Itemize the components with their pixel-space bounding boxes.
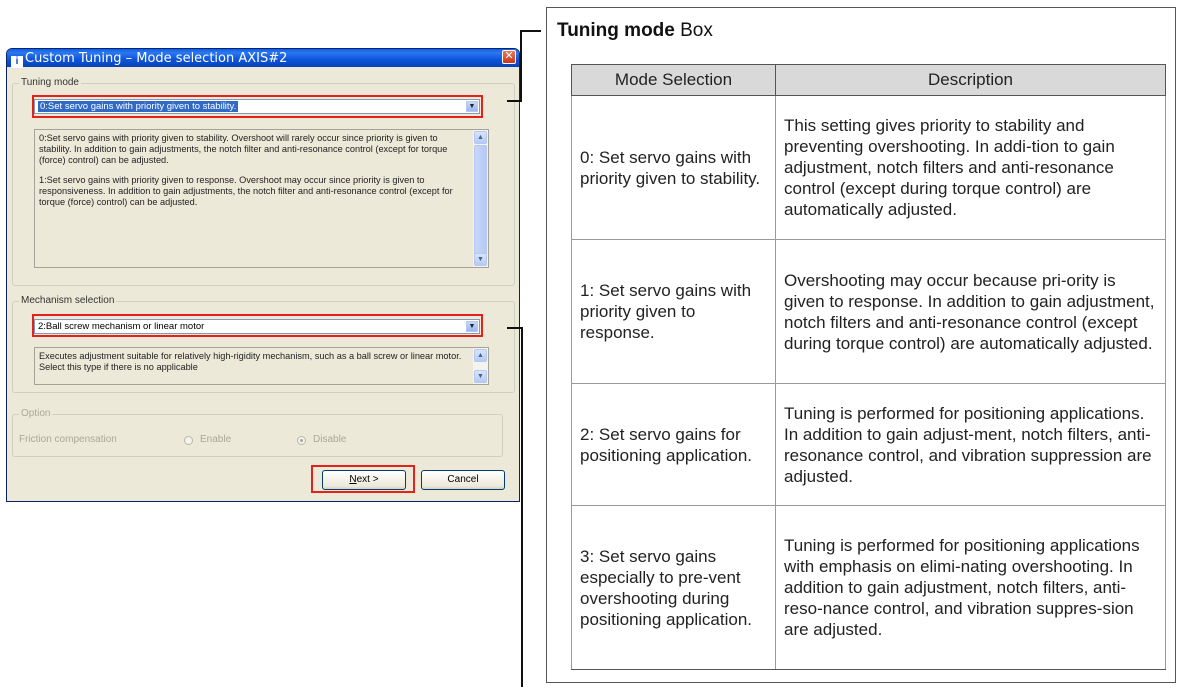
dialog-title: Custom Tuning – Mode selection AXIS#2 [25, 51, 288, 66]
table-row: 0: Set servo gains with priority given t… [571, 95, 1166, 240]
description-cell: Tuning is performed for positioning appl… [775, 383, 1166, 506]
mode-description-table: Mode Selection Description 0: Set servo … [571, 64, 1166, 670]
mechanism-scrollbar[interactable]: ▲ ▼ [473, 348, 488, 384]
scroll-thumb[interactable] [474, 145, 487, 255]
table-header-row: Mode Selection Description [571, 64, 1166, 96]
friction-compensation-label: Friction compensation [19, 434, 117, 445]
app-icon: i [11, 56, 23, 68]
table-row: 3: Set servo gains especially to pre-ven… [571, 505, 1166, 670]
mode-cell: 3: Set servo gains especially to pre-ven… [571, 505, 776, 670]
enable-radio[interactable] [184, 436, 193, 445]
tuning-mode-label: Tuning mode [19, 77, 81, 88]
scroll-up-icon[interactable]: ▲ [474, 131, 487, 144]
tuning-mode-scrollbar[interactable]: ▲ ▼ [473, 130, 488, 267]
callout-line-vertical-top [520, 30, 522, 101]
tuning-mode-desc-0: 0:Set servo gains with priority given to… [39, 133, 448, 165]
scroll-down-icon[interactable]: ▼ [474, 253, 487, 266]
panel-title-bold: Tuning mode [557, 20, 675, 41]
header-description: Description [775, 64, 1166, 96]
description-cell: Overshooting may occur because pri-ority… [775, 239, 1166, 384]
custom-tuning-dialog: i Custom Tuning – Mode selection AXIS#2 ✕… [6, 48, 520, 502]
title-bar[interactable]: i Custom Tuning – Mode selection AXIS#2 ✕ [7, 49, 519, 68]
mode-cell: 1: Set servo gains with priority given t… [571, 239, 776, 384]
tuning-mode-highlight [32, 95, 483, 118]
mechanism-highlight [32, 314, 483, 337]
header-mode-selection: Mode Selection [571, 64, 776, 96]
description-cell: This setting gives priority to stability… [775, 95, 1166, 240]
disable-label: Disable [313, 434, 347, 445]
panel-title: Tuning mode Box [557, 20, 713, 42]
table-row: 2: Set servo gains for positioning appli… [571, 383, 1166, 506]
callout-line-top-stub [520, 30, 541, 32]
mode-cell: 0: Set servo gains with priority given t… [571, 95, 776, 240]
mechanism-desc-text: Executes adjustment suitable for relativ… [39, 351, 462, 372]
callout-line-vertical-bottom [521, 327, 523, 687]
scroll-up-icon[interactable]: ▲ [474, 349, 487, 362]
table-row: 1: Set servo gains with priority given t… [571, 239, 1166, 384]
tuning-mode-info-panel: Tuning mode Box Mode Selection Descripti… [546, 7, 1176, 683]
disable-radio[interactable] [297, 436, 306, 445]
mechanism-description: Executes adjustment suitable for relativ… [34, 347, 489, 385]
close-icon[interactable]: ✕ [502, 50, 516, 64]
tuning-mode-description: 0:Set servo gains with priority given to… [34, 129, 489, 268]
option-label: Option [19, 408, 53, 419]
mechanism-label: Mechanism selection [19, 295, 117, 306]
cancel-button[interactable]: Cancel [421, 470, 505, 490]
panel-title-rest: Box [674, 20, 713, 41]
callout-line-tuning [507, 100, 522, 102]
next-button-highlight [311, 465, 415, 493]
mode-cell: 2: Set servo gains for positioning appli… [571, 383, 776, 506]
enable-label: Enable [200, 434, 232, 445]
scroll-down-icon[interactable]: ▼ [474, 370, 487, 383]
tuning-mode-desc-1: 1:Set servo gains with priority given to… [39, 175, 453, 207]
description-cell: Tuning is performed for positioning appl… [775, 505, 1166, 670]
